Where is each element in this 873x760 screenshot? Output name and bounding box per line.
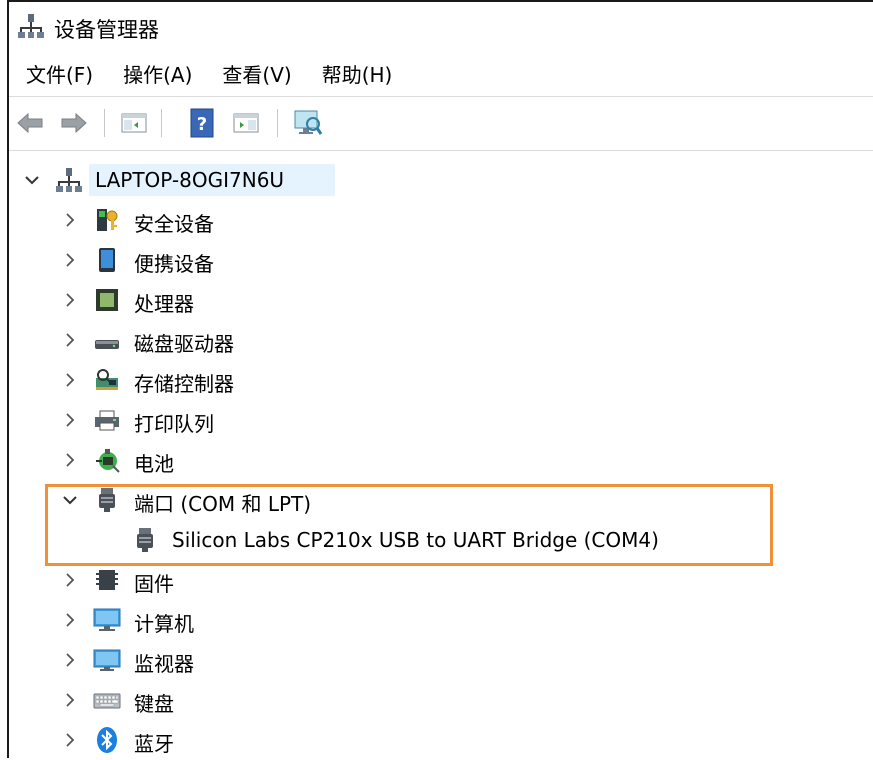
tree-node-computer[interactable]: 计算机 [9,600,873,640]
tree-root[interactable]: LAPTOP-8OGI7N6U [9,160,873,200]
forward-arrow-icon[interactable] [59,108,89,138]
tree-node-bluetooth[interactable]: 蓝牙 [9,720,873,760]
chevron-right-icon[interactable] [61,571,79,589]
properties-pane-icon[interactable] [231,108,261,138]
security-device-icon [93,206,121,234]
tree-node-label: 电池 [134,452,174,476]
back-arrow-icon[interactable] [15,108,45,138]
keyboard-icon [93,686,121,714]
show-hide-console-tree-icon[interactable] [119,108,149,138]
tree-node-processors[interactable]: 处理器 [9,280,873,320]
tree-node-ports[interactable]: 端口 (COM 和 LPT) [9,480,873,520]
tree-node-monitors[interactable]: 监视器 [9,640,873,680]
toolbar-separator [161,109,162,137]
window-title: 设备管理器 [54,18,159,42]
chevron-right-icon[interactable] [61,251,79,269]
tree-node-label: 便携设备 [134,252,214,276]
menu-bar: 文件(F) 操作(A) 查看(V) 帮助(H) [9,52,422,94]
tree-child-cp210x[interactable]: Silicon Labs CP210x USB to UART Bridge (… [9,520,873,560]
tree-child-label: Silicon Labs CP210x USB to UART Bridge (… [172,528,659,552]
bluetooth-icon [93,726,121,754]
svg-text:?: ? [197,114,207,135]
menu-action[interactable]: 操作(A) [123,53,192,94]
chevron-right-icon[interactable] [61,731,79,749]
disk-drive-icon [93,326,121,354]
tree-node-firmware[interactable]: 固件 [9,560,873,600]
tree-node-label: 监视器 [134,652,194,676]
menu-view[interactable]: 查看(V) [222,53,291,94]
computer-icon [93,606,121,634]
toolbar: ? [9,100,873,146]
device-manager-icon [17,12,45,40]
tree-node-batteries[interactable]: 电池 [9,440,873,480]
storage-controller-icon [93,366,121,394]
chevron-right-icon[interactable] [61,451,79,469]
chevron-right-icon[interactable] [61,691,79,709]
chevron-right-icon[interactable] [61,291,79,309]
battery-icon [93,446,121,474]
tree-node-label: 计算机 [134,612,194,636]
tree-node-keyboards[interactable]: 键盘 [9,680,873,720]
chevron-right-icon[interactable] [61,211,79,229]
title-bar: 设备管理器 [9,2,873,48]
port-icon [93,486,121,514]
print-queue-icon [93,406,121,434]
portable-device-icon [93,246,121,274]
tree-node-label: 蓝牙 [134,732,174,756]
chevron-down-icon[interactable] [23,171,41,189]
tree-node-label: 键盘 [134,692,174,716]
tree-node-storage-controllers[interactable]: 存储控制器 [9,360,873,400]
tree-node-label: 存储控制器 [134,372,234,396]
toolbar-separator-line [9,150,873,151]
chevron-down-icon[interactable] [61,491,79,509]
menu-separator [9,96,873,97]
tree-node-label: 处理器 [134,292,194,316]
monitor-icon [93,646,121,674]
device-tree: LAPTOP-8OGI7N6U 安全设备 便携设备 处理器 磁盘驱动器 存储控制… [9,158,873,758]
processor-icon [93,286,121,314]
tree-node-label: 端口 (COM 和 LPT) [134,492,312,516]
chevron-right-icon[interactable] [61,611,79,629]
port-icon [131,526,159,554]
chevron-right-icon[interactable] [61,651,79,669]
chevron-right-icon[interactable] [61,371,79,389]
tree-node-label: 固件 [134,572,174,596]
tree-node-disk-drives[interactable]: 磁盘驱动器 [9,320,873,360]
tree-node-label: 打印队列 [134,412,214,436]
scan-hardware-icon[interactable] [293,108,323,138]
tree-root-label: LAPTOP-8OGI7N6U [95,168,285,192]
tree-node-portable-devices[interactable]: 便携设备 [9,240,873,280]
menu-file[interactable]: 文件(F) [26,53,93,94]
computer-network-icon [55,166,83,194]
menu-help[interactable]: 帮助(H) [322,53,393,94]
toolbar-separator [104,109,105,137]
chevron-right-icon[interactable] [61,411,79,429]
tree-node-security-devices[interactable]: 安全设备 [9,200,873,240]
tree-node-print-queues[interactable]: 打印队列 [9,400,873,440]
tree-node-label: 磁盘驱动器 [134,332,234,356]
tree-node-label: 安全设备 [134,212,214,236]
toolbar-separator [277,109,278,137]
firmware-icon [93,566,121,594]
chevron-right-icon[interactable] [61,331,79,349]
help-icon[interactable]: ? [187,108,217,138]
